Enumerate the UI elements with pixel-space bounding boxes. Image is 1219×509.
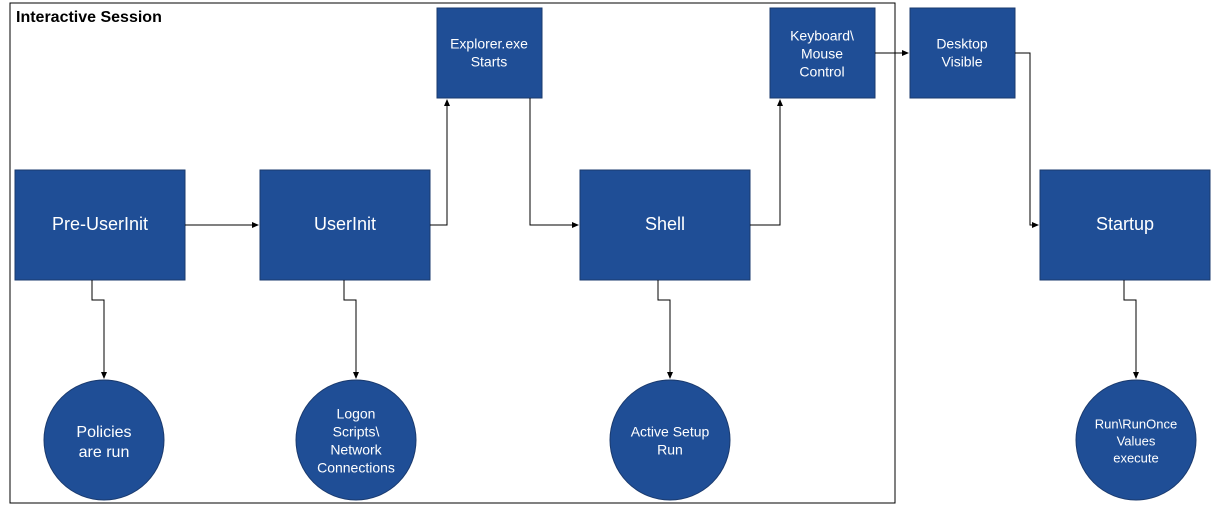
circle-active-setup: Active Setup Run <box>610 380 730 500</box>
logon-line3: Network <box>330 442 382 458</box>
arrow-userinit-to-explorer <box>430 100 447 225</box>
active-line2: Run <box>657 442 683 458</box>
box-shell-label: Shell <box>645 214 685 234</box>
box-desktop-visible: Desktop Visible <box>910 8 1015 98</box>
runonce-line1: Run\RunOnce <box>1095 416 1177 431</box>
desktop-line2: Visible <box>942 54 983 70</box>
arrow-explorer-to-shell <box>530 98 578 225</box>
arrow-preuserinit-to-policies <box>92 280 104 378</box>
box-explorer-starts: Explorer.exe Starts <box>437 8 542 98</box>
active-line1: Active Setup <box>631 424 710 440</box>
policies-line2: are run <box>79 444 130 461</box>
keyboard-line2: Mouse <box>801 46 843 62</box>
box-preuserinit-label: Pre-UserInit <box>52 214 148 234</box>
explorer-line2: Starts <box>471 54 508 70</box>
box-keyboard-mouse-control: Keyboard\ Mouse Control <box>770 8 875 98</box>
box-userinit-label: UserInit <box>314 214 376 234</box>
arrow-userinit-to-logon <box>344 280 356 378</box>
circle-run-runonce: Run\RunOnce Values execute <box>1076 380 1196 500</box>
box-userinit: UserInit <box>260 170 430 280</box>
circle-logon-scripts: Logon Scripts\ Network Connections <box>296 380 416 500</box>
interactive-session-diagram: Interactive Session Pre-UserInit UserIni… <box>0 0 1219 509</box>
box-shell: Shell <box>580 170 750 280</box>
arrow-shell-to-activesetup <box>658 280 670 378</box>
explorer-line1: Explorer.exe <box>450 36 528 52</box>
desktop-line1: Desktop <box>936 36 988 52</box>
box-preuserinit: Pre-UserInit <box>15 170 185 280</box>
logon-line2: Scripts\ <box>333 424 380 440</box>
logon-line4: Connections <box>317 460 395 476</box>
keyboard-line3: Control <box>799 64 844 80</box>
keyboard-line1: Keyboard\ <box>790 28 854 44</box>
box-startup: Startup <box>1040 170 1210 280</box>
arrow-startup-to-runonce <box>1124 280 1136 378</box>
container-title: Interactive Session <box>16 9 162 26</box>
arrow-desktop-to-startup <box>1015 53 1038 225</box>
runonce-line3: execute <box>1113 450 1159 465</box>
arrow-shell-to-keyboard <box>750 100 780 225</box>
policies-line1: Policies <box>76 424 131 441</box>
runonce-line2: Values <box>1117 433 1156 448</box>
circle-policies: Policies are run <box>44 380 164 500</box>
box-startup-label: Startup <box>1096 214 1154 234</box>
logon-line1: Logon <box>337 406 376 422</box>
